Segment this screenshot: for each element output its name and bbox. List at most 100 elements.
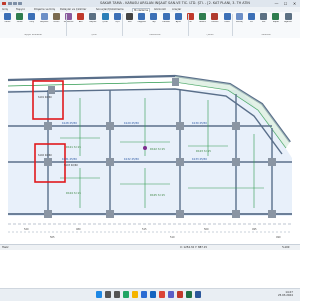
task-view-icon[interactable] xyxy=(114,291,120,298)
floor-plan-drawing[interactable]: K128 25/50 K129 25/50 K130 25/50 K131 25… xyxy=(0,38,300,244)
column[interactable] xyxy=(176,158,184,166)
column[interactable] xyxy=(44,158,52,166)
undo-icon[interactable] xyxy=(13,1,17,5)
excel-icon[interactable] xyxy=(186,291,192,298)
beam-label[interactable]: K128 25/50 xyxy=(62,121,77,125)
column[interactable] xyxy=(44,122,52,130)
close-button[interactable]: ✕ xyxy=(290,0,299,7)
dimension-label: 510 xyxy=(170,236,175,239)
slab-label[interactable]: D102 h=15 xyxy=(150,147,165,151)
ribbon-button-floor[interactable]: Kat xyxy=(258,13,269,33)
tab-tasiyici[interactable]: Taşıyıcı xyxy=(16,8,25,12)
ribbon-button-report[interactable]: Rapor xyxy=(270,13,281,33)
rebar-icon xyxy=(211,13,219,20)
slab-label[interactable]: D101 h=15 xyxy=(66,145,81,149)
ribbon-button-rotate[interactable]: Döndür xyxy=(161,13,172,33)
status-text: Hazır xyxy=(2,246,9,249)
slab-region xyxy=(8,90,292,216)
column[interactable] xyxy=(106,122,114,130)
dimension-label: 480 xyxy=(76,228,81,231)
window-title: SAKAR TAMA - KARASU ARSLAN İNŞAAT SAN.VE… xyxy=(100,1,250,5)
ribbon-button-stairs[interactable]: Merdiven xyxy=(63,13,74,33)
column[interactable] xyxy=(106,210,114,218)
ribbon-button-settings[interactable]: Ayarlar xyxy=(283,13,294,33)
beam-label[interactable]: K129 25/50 xyxy=(124,121,139,125)
ribbon-button-opening[interactable]: Boşluk xyxy=(87,13,98,33)
ribbon-button-label: Taşı xyxy=(151,21,156,23)
app-logo-icon xyxy=(2,1,6,5)
slab-label[interactable]: D105 h=15 xyxy=(150,193,165,197)
column[interactable] xyxy=(176,210,184,218)
column[interactable] xyxy=(106,158,114,166)
ribbon-button-text[interactable]: Yazı xyxy=(124,13,135,33)
ribbon-button-sheet[interactable]: Pafta xyxy=(222,13,233,33)
redo-icon[interactable] xyxy=(18,1,22,5)
column-label[interactable]: S103 40/60 xyxy=(64,164,78,167)
tab-doseme-kiris[interactable]: Döşeme ve Kiriş xyxy=(34,8,55,12)
dimension-label: 500 xyxy=(204,228,209,231)
ribbon-button-label: Kat xyxy=(261,21,266,23)
search-icon[interactable] xyxy=(105,291,111,298)
system-clock[interactable]: 14:27 25.03.2024 xyxy=(278,291,293,297)
column[interactable] xyxy=(268,158,276,166)
beam-label[interactable]: K133 25/50 xyxy=(192,157,207,161)
save-icon[interactable] xyxy=(8,1,12,5)
ribbon-button-move[interactable]: Taşı xyxy=(148,13,159,33)
file-explorer-icon[interactable] xyxy=(132,291,138,298)
ribbon-button-label: Kopyala xyxy=(137,21,146,23)
chrome-icon[interactable] xyxy=(159,291,165,298)
ribbon-button-wall[interactable]: Perde xyxy=(14,13,25,33)
column[interactable] xyxy=(232,122,240,130)
maximize-button[interactable]: ☐ xyxy=(281,0,290,7)
column[interactable] xyxy=(268,210,276,218)
group-label-duzenleme: Düzenleme xyxy=(149,34,161,36)
ribbon-button-quantity[interactable]: Metraj xyxy=(234,13,245,33)
mail-icon[interactable] xyxy=(150,291,156,298)
ribbon-button-delete[interactable]: Sil xyxy=(185,13,196,33)
axis-icon xyxy=(77,13,85,20)
column[interactable] xyxy=(232,210,240,218)
windows-start-icon[interactable] xyxy=(96,291,102,298)
column[interactable] xyxy=(232,158,240,166)
edge-icon[interactable] xyxy=(123,291,129,298)
tab-araclar[interactable]: Araçlar xyxy=(172,8,181,12)
wall-icon xyxy=(16,13,24,20)
word-icon[interactable] xyxy=(195,291,201,298)
ribbon-button-3d-view[interactable]: 3D xyxy=(246,13,257,33)
zoom-level[interactable]: %100 xyxy=(282,246,289,249)
drawing-canvas[interactable]: K128 25/50 K129 25/50 K130 25/50 K131 25… xyxy=(0,38,300,244)
ribbon-button-foundation[interactable]: Temel xyxy=(51,13,62,33)
slab-label[interactable]: D104 h=15 xyxy=(66,191,81,195)
column[interactable] xyxy=(44,210,52,218)
ribbon-button-axis[interactable]: Aks xyxy=(75,13,86,33)
desktop-background xyxy=(0,250,300,288)
ribbon-button-mirror[interactable]: Ayna xyxy=(173,13,184,33)
store-icon[interactable] xyxy=(141,291,147,298)
ribbon-button-label: Temel xyxy=(53,21,60,23)
beam-label[interactable]: K130 25/50 xyxy=(192,121,207,125)
slab-label[interactable]: D103 h=15 xyxy=(196,149,211,153)
ribbon-button-slab[interactable]: Döşeme xyxy=(39,13,50,33)
column-label[interactable]: S101 40/60 xyxy=(38,96,52,99)
column[interactable] xyxy=(172,78,179,86)
move-icon xyxy=(150,13,158,20)
ribbon-button-analysis[interactable]: Analiz xyxy=(197,13,208,33)
ribbon-button-beam[interactable]: Kiriş xyxy=(26,13,37,33)
column[interactable] xyxy=(48,86,55,94)
tab-giris[interactable]: Giriş xyxy=(2,8,8,12)
beam-label[interactable]: K132 25/50 xyxy=(124,157,139,161)
ribbon-button-column[interactable]: Kolon xyxy=(2,13,13,33)
minimize-button[interactable]: — xyxy=(272,0,281,7)
teams-icon[interactable] xyxy=(168,291,174,298)
column[interactable] xyxy=(176,122,184,130)
ribbon-button-copy[interactable]: Kopyala xyxy=(136,13,147,33)
column-label[interactable]: S102 40/60 xyxy=(38,154,52,157)
tab-gorunum[interactable]: Görünüm xyxy=(154,8,166,12)
ribbon-button-rebar[interactable]: Donatı xyxy=(209,13,220,33)
ribbon-button-draw[interactable]: Çizim xyxy=(100,13,111,33)
tab-detaylar[interactable]: Detaylar ve Çizimler xyxy=(60,8,86,12)
settings-icon xyxy=(284,13,292,20)
sakar-app-icon[interactable] xyxy=(177,291,183,298)
beam-label[interactable]: K131 25/50 xyxy=(62,157,77,161)
tab-sonuclar[interactable]: Sonuçlar/Çözümleme xyxy=(96,8,124,12)
